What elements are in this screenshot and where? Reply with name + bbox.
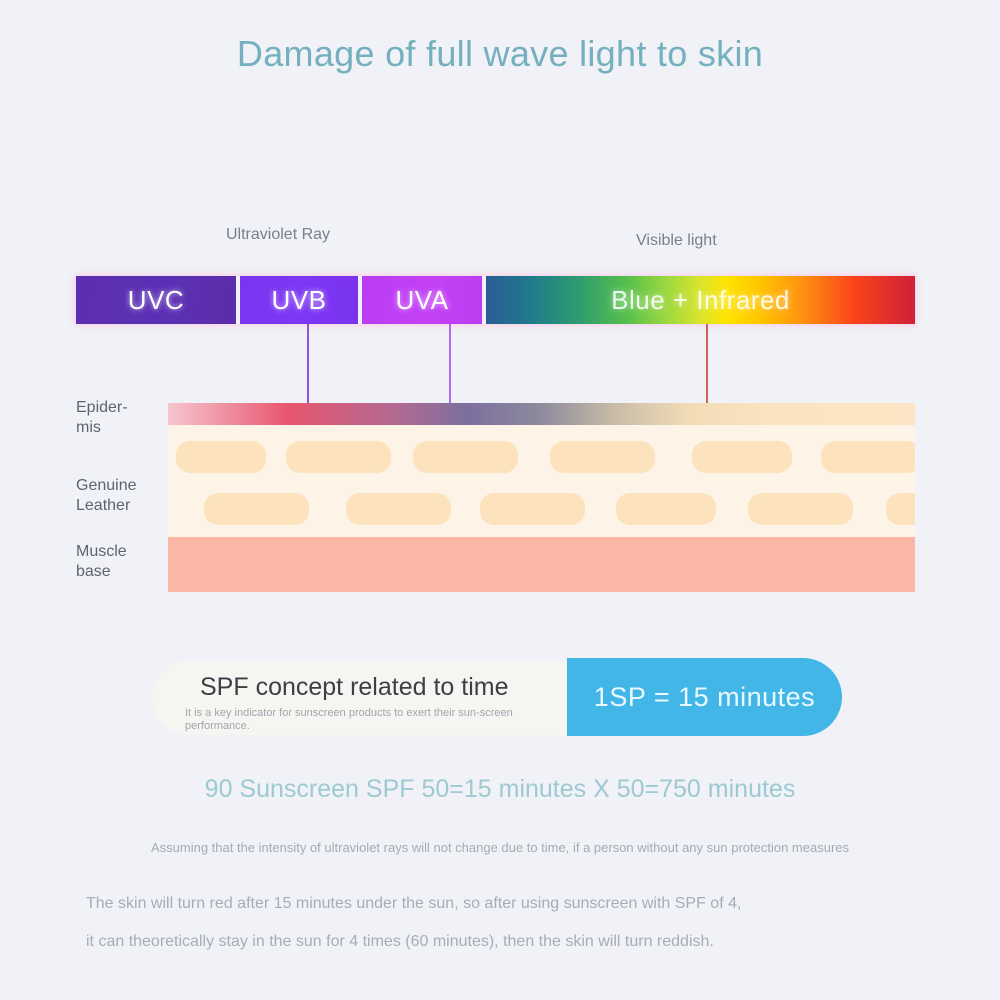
dermis-cell [286, 441, 391, 473]
spectrum-section: Ultraviolet Ray Visible light UVC UVB UV… [76, 215, 915, 335]
skin-label-genuine-leather: Genuine Leather [76, 477, 137, 514]
spf-section: SPF concept related to time It is a key … [152, 658, 852, 738]
spf-concept-card: SPF concept related to time It is a key … [152, 661, 607, 735]
spf-ratio-badge: 1SP = 15 minutes [567, 658, 842, 736]
dermis-cell [550, 441, 655, 473]
spf-formula-line: 90 Sunscreen SPF 50=15 minutes X 50=750 … [204, 775, 796, 803]
spf-subtext: It is a key indicator for sunscreen prod… [185, 707, 513, 732]
conclusion-line-1: The skin will turn red after 15 minutes … [86, 895, 742, 912]
skin-label-epidermis: Epider- mis [76, 399, 128, 436]
conclusion-text: The skin will turn red after 15 minutes … [86, 885, 914, 961]
spectrum-band-uvb[interactable]: UVB [240, 276, 358, 324]
dermis-cell [748, 493, 853, 525]
skin-diagram: Epider- mis Genuine Leather Muscle base [76, 390, 915, 595]
muscle-base-layer [168, 537, 915, 592]
dermis-cell [413, 441, 518, 473]
dermis-cell [176, 441, 266, 473]
skin-cross-section [168, 390, 915, 592]
dermis-cell [886, 493, 915, 525]
skin-label-muscle-base: Muscle base [76, 543, 127, 580]
dermis-cell [346, 493, 451, 525]
spectrum-band-visible-light[interactable]: Blue + Infrared [486, 276, 915, 324]
epidermis-layer [168, 403, 915, 425]
caption-visible-light: Visible light [636, 232, 717, 249]
page-title: Damage of full wave light to skin [236, 33, 764, 74]
caption-ultraviolet-ray: Ultraviolet Ray [226, 226, 331, 243]
dermis-cell [692, 441, 792, 473]
assumption-text: Assuming that the intensity of ultraviol… [150, 840, 850, 855]
spectrum-band-uvc[interactable]: UVC [76, 276, 236, 324]
dermis-cell [204, 493, 309, 525]
dermis-cell [616, 493, 716, 525]
dermis-cell [480, 493, 585, 525]
spectrum-band-uva[interactable]: UVA [362, 276, 482, 324]
spectrum-bar: UVC UVB UVA Blue + Infrared [76, 276, 915, 324]
conclusion-line-2: it can theoretically stay in the sun for… [86, 933, 714, 950]
spf-heading: SPF concept related to time [200, 673, 509, 701]
dermis-cell [821, 441, 915, 473]
